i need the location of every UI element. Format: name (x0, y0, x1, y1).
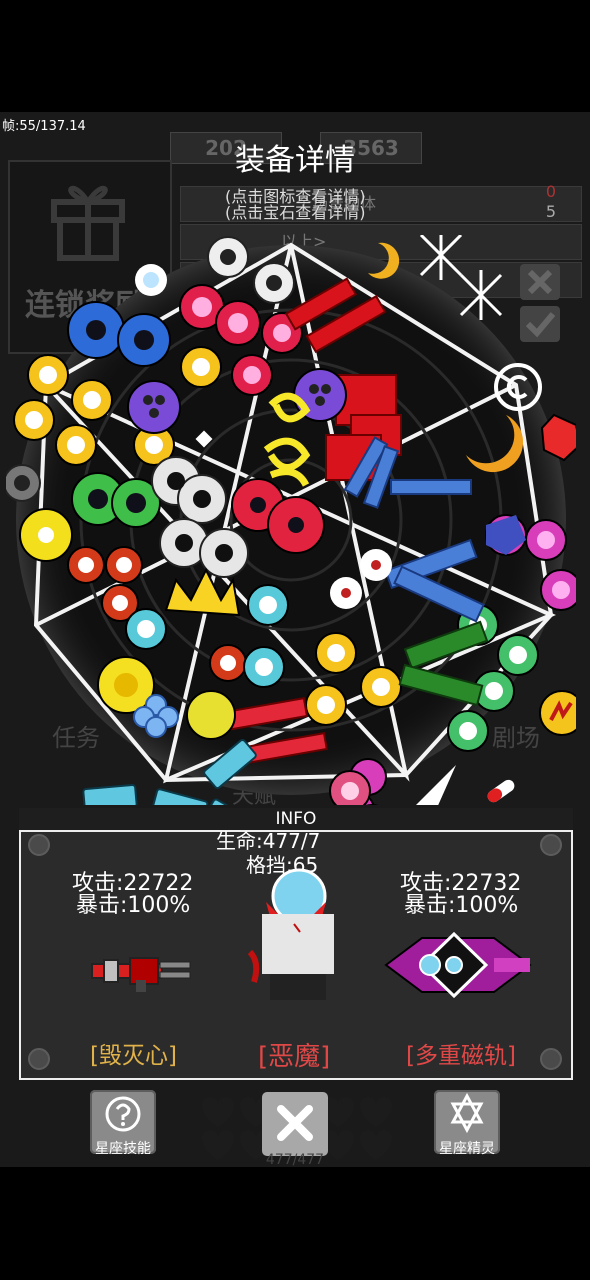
left-weapon-name[interactable]: [毁灭心] (90, 1036, 177, 1070)
left-crit: 暴击:100% (76, 893, 191, 918)
hint-click-gem: (点击宝石查看详情) (225, 203, 366, 222)
equipment-details-title: 装备详情 (235, 143, 355, 178)
left-attack: 攻击:22722 (72, 871, 194, 896)
destroy-heart-weapon-icon[interactable] (90, 950, 194, 994)
hexagram-icon (450, 1092, 484, 1134)
constellation-spirit-label: 星座精灵 (439, 1141, 495, 1157)
bottom-hp-counter: 477/477 (265, 1152, 325, 1168)
right-attack: 攻击:22732 (400, 871, 522, 896)
right-crit: 暴击:100% (404, 893, 519, 918)
right-weapon-name[interactable]: [多重磁轨] (406, 1036, 516, 1070)
character-name[interactable]: [恶魔] (258, 1036, 330, 1073)
question-icon (105, 1096, 141, 1132)
close-icon (277, 1105, 313, 1141)
bolt-icon (540, 1048, 562, 1070)
multi-railgun-weapon-icon[interactable] (382, 928, 534, 1002)
hp-value: 生命:477/7 (216, 829, 321, 853)
close-button[interactable] (262, 1092, 328, 1156)
bolt-icon (540, 834, 562, 856)
fps-counter: 帧:55/137.14 (2, 119, 86, 134)
demon-character-icon[interactable] (244, 862, 346, 1002)
bolt-icon (28, 834, 50, 856)
constellation-skill-label: 星座技能 (95, 1141, 151, 1157)
bolt-icon (28, 1048, 50, 1070)
constellation-equipment-circle[interactable] (6, 235, 576, 805)
